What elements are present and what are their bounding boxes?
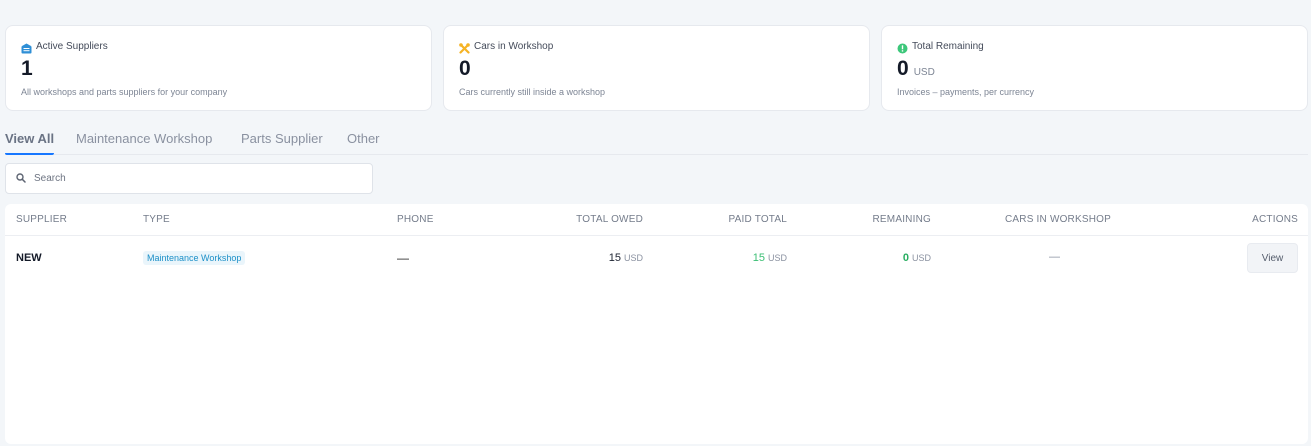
total-owed-amount: 15 bbox=[608, 252, 621, 264]
card-value: 1 bbox=[21, 57, 33, 80]
suppliers-table: SUPPLIER TYPE PHONE TOTAL OWED PAID TOTA… bbox=[5, 204, 1308, 444]
search-input[interactable] bbox=[34, 173, 354, 184]
card-title: Cars in Workshop bbox=[474, 40, 554, 52]
header-cars-in-workshop[interactable]: CARS IN WORKSHOP bbox=[1005, 214, 1111, 225]
paid-total-value: 15 USD bbox=[753, 252, 787, 264]
total-owed-currency: USD bbox=[623, 253, 643, 263]
card-title: Active Suppliers bbox=[36, 40, 108, 52]
header-paid-total[interactable]: PAID TOTAL bbox=[729, 214, 788, 225]
header-type[interactable]: TYPE bbox=[143, 214, 170, 225]
active-suppliers-card: Active Suppliers 1 All workshops and par… bbox=[5, 25, 432, 111]
remaining-currency: USD bbox=[911, 253, 931, 263]
supplier-name[interactable]: NEW bbox=[16, 252, 42, 264]
search-box[interactable] bbox=[5, 163, 373, 194]
header-phone[interactable]: PHONE bbox=[397, 214, 434, 225]
total-remaining-card: Total Remaining 0 USD Invoices – payment… bbox=[881, 25, 1308, 111]
header-actions: ACTIONS bbox=[1252, 214, 1298, 225]
remaining-value: 0 USD bbox=[903, 252, 931, 264]
summary-cards: Active Suppliers 1 All workshops and par… bbox=[5, 25, 1308, 111]
card-value: 0 bbox=[897, 57, 909, 80]
card-unit: USD bbox=[913, 67, 935, 78]
wrench-icon bbox=[459, 41, 470, 54]
building-icon bbox=[21, 41, 32, 53]
header-remaining[interactable]: REMAINING bbox=[873, 214, 931, 225]
info-circle-icon bbox=[897, 41, 908, 53]
card-value: 0 bbox=[459, 57, 471, 80]
supplier-type-tabs: View All Maintenance Workshop Parts Supp… bbox=[5, 128, 1308, 155]
table-row[interactable]: NEW Maintenance Workshop — 15 USD 15 USD 0… bbox=[5, 236, 1308, 281]
phone-value: — bbox=[397, 251, 409, 265]
search-icon bbox=[16, 170, 26, 188]
cars-in-workshop-value: — bbox=[1049, 251, 1060, 263]
card-title: Total Remaining bbox=[912, 40, 984, 52]
cars-in-workshop-card: Cars in Workshop 0 Cars currently still … bbox=[443, 25, 870, 111]
header-total-owed[interactable]: TOTAL OWED bbox=[576, 214, 643, 225]
paid-total-currency: USD bbox=[767, 253, 787, 263]
paid-total-amount: 15 bbox=[752, 252, 765, 264]
card-description: Cars currently still inside a workshop bbox=[459, 87, 606, 97]
header-supplier[interactable]: SUPPLIER bbox=[16, 214, 67, 225]
remaining-amount: 0 bbox=[902, 252, 909, 264]
tab-maintenance-workshop[interactable]: Maintenance Workshop bbox=[76, 131, 212, 155]
card-description: Invoices – payments, per currency bbox=[897, 87, 1035, 97]
tab-parts-supplier[interactable]: Parts Supplier bbox=[241, 131, 323, 155]
tab-view-all[interactable]: View All bbox=[5, 131, 55, 155]
tab-other[interactable]: Other bbox=[347, 131, 380, 155]
view-button[interactable]: View bbox=[1247, 243, 1298, 273]
card-description: All workshops and parts suppliers for yo… bbox=[21, 87, 228, 97]
type-badge: Maintenance Workshop bbox=[143, 251, 246, 265]
table-header: SUPPLIER TYPE PHONE TOTAL OWED PAID TOTA… bbox=[5, 204, 1308, 236]
total-owed-value: 15 USD bbox=[609, 252, 643, 264]
